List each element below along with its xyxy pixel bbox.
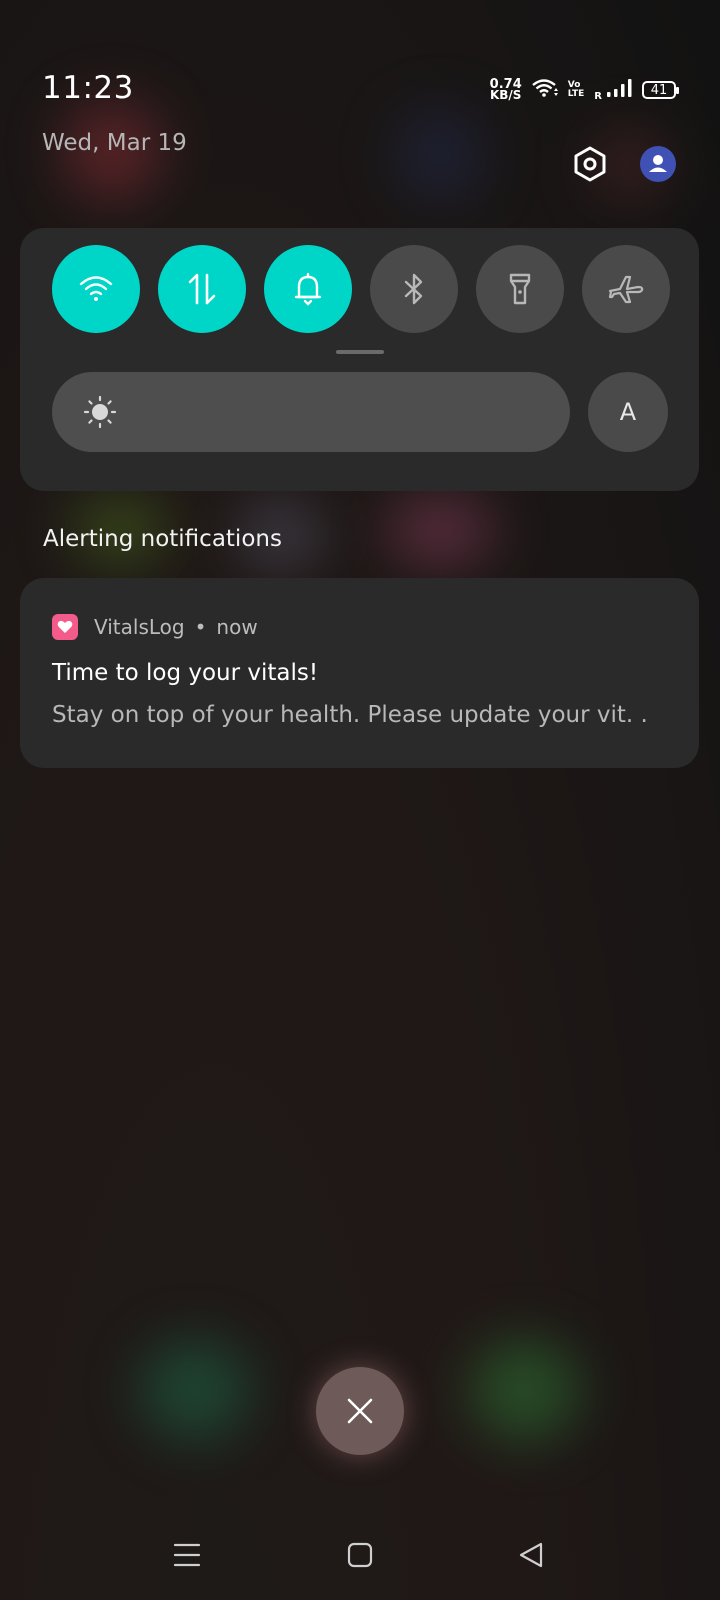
notification-text: Stay on top of your health. Please updat… <box>52 702 648 728</box>
flashlight-tile[interactable] <box>476 245 564 333</box>
notification-header: VitalsLog • now <box>52 614 258 640</box>
navigation-bar <box>0 1530 720 1580</box>
notification-card[interactable]: VitalsLog • now Time to log your vitals!… <box>20 578 699 768</box>
notification-time: now <box>216 615 258 639</box>
volte-bottom-label: LTE <box>567 89 585 99</box>
quick-settings-tiles <box>52 245 670 333</box>
roaming-indicator: R <box>594 91 602 102</box>
recents-button[interactable] <box>162 1530 212 1580</box>
close-icon <box>347 1398 373 1424</box>
background-blur <box>385 495 495 565</box>
status-bar: 11:23 0.74 KB/S Vo LTE R 41 <box>42 70 679 110</box>
airplane-icon <box>608 275 644 304</box>
mobile-data-tile[interactable] <box>158 245 246 333</box>
settings-icon <box>574 146 606 182</box>
network-speed: 0.74 KB/S <box>489 78 522 102</box>
bluetooth-tile[interactable] <box>370 245 458 333</box>
home-icon <box>347 1542 373 1568</box>
mobile-data-icon <box>188 273 216 305</box>
panel-drag-handle[interactable] <box>336 350 384 354</box>
battery-indicator: 41 <box>642 81 679 99</box>
date: Wed, Mar 19 <box>42 130 187 156</box>
back-button[interactable] <box>506 1530 556 1580</box>
background-blur <box>140 1340 250 1440</box>
notification-shade: 11:23 0.74 KB/S Vo LTE R 41 Wed, Mar 19 … <box>0 0 720 1600</box>
sound-tile[interactable] <box>264 245 352 333</box>
background-blur <box>395 110 485 200</box>
flashlight-icon <box>509 273 531 305</box>
account-icon <box>640 146 676 182</box>
settings-button[interactable] <box>572 146 608 182</box>
bell-icon <box>294 272 322 306</box>
account-button[interactable] <box>640 146 676 182</box>
separator-dot: • <box>194 615 207 639</box>
home-button[interactable] <box>335 1530 385 1580</box>
clock: 11:23 <box>42 70 134 106</box>
wifi-tile[interactable] <box>52 245 140 333</box>
sun-icon <box>82 394 118 434</box>
wifi-signal-icon <box>531 78 558 102</box>
auto-brightness-button[interactable]: A <box>588 372 668 452</box>
status-icons: 0.74 KB/S Vo LTE R 41 <box>489 78 679 102</box>
network-speed-unit: KB/S <box>489 88 522 102</box>
section-title: Alerting notifications <box>43 526 282 552</box>
battery-level: 41 <box>650 82 668 98</box>
back-icon <box>519 1542 543 1568</box>
notification-title: Time to log your vitals! <box>52 660 319 686</box>
notification-app-name: VitalsLog <box>94 615 185 639</box>
cell-signal-icon <box>606 78 632 102</box>
quick-settings-panel: A <box>20 228 699 491</box>
heart-icon <box>52 614 78 640</box>
volte-indicator: Vo LTE <box>568 81 585 99</box>
menu-icon <box>173 1543 201 1567</box>
bluetooth-icon <box>404 273 423 305</box>
background-blur <box>470 1340 580 1440</box>
clear-all-button[interactable] <box>316 1367 404 1455</box>
airplane-mode-tile[interactable] <box>582 245 670 333</box>
brightness-slider[interactable] <box>52 372 570 452</box>
wifi-icon <box>79 276 113 301</box>
